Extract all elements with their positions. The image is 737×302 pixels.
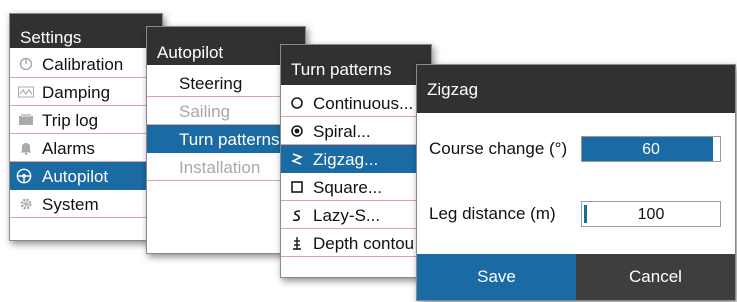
autopilot-title: Autopilot [157, 43, 224, 62]
spiral-icon [289, 123, 305, 139]
settings-item-damping[interactable]: Damping [10, 78, 162, 106]
autopilot-icon [16, 168, 32, 184]
settings-item-trip-log[interactable]: Trip log [10, 106, 162, 134]
turn-pattern-depth-contour[interactable]: Depth contou [281, 229, 431, 257]
trip-log-icon [18, 112, 34, 128]
turn-pattern-label: Zigzag... [313, 150, 379, 169]
turn-pattern-label: Square... [313, 178, 382, 197]
course-change-label: Course change (°) [429, 139, 568, 158]
settings-item-autopilot[interactable]: Autopilot [10, 162, 162, 190]
zigzag-header: Zigzag [417, 65, 735, 113]
zigzag-icon [289, 151, 305, 167]
turn-patterns-title: Turn patterns [291, 60, 392, 79]
damping-icon [18, 84, 34, 100]
course-change-field[interactable]: 60 [581, 136, 721, 162]
leg-distance-value: 100 [637, 206, 665, 223]
cancel-button[interactable]: Cancel [576, 254, 735, 300]
settings-item-label: Trip log [42, 111, 99, 130]
turn-pattern-lazy-s[interactable]: Lazy-S... [281, 201, 431, 229]
settings-item-alarms[interactable]: Alarms [10, 134, 162, 162]
zigzag-dialog: Zigzag Course change (°) 60 Leg distance… [416, 64, 736, 301]
system-gear-icon [18, 196, 34, 212]
turn-patterns-header: Turn patterns [281, 45, 431, 85]
settings-title: Settings [20, 28, 82, 47]
autopilot-item-label: Turn patterns [179, 130, 280, 149]
settings-header: Settings [10, 14, 162, 48]
lazy-s-icon [289, 207, 305, 223]
autopilot-item-label: Installation [179, 158, 261, 177]
save-button-label: Save [477, 267, 516, 286]
autopilot-item-label: Sailing [179, 102, 231, 121]
settings-item-label: Alarms [42, 139, 95, 158]
alarm-bell-icon [18, 140, 34, 156]
calibration-icon [18, 56, 34, 72]
autopilot-item-label: Steering [179, 74, 243, 93]
zigzag-title: Zigzag [427, 80, 479, 99]
turn-patterns-panel: Turn patterns Continuous... Spiral... Zi… [280, 44, 432, 278]
settings-item-label: Calibration [42, 55, 124, 74]
save-button[interactable]: Save [417, 254, 576, 300]
continuous-circle-icon [289, 95, 305, 111]
turn-pattern-label: Spiral... [313, 122, 371, 141]
square-icon [289, 179, 305, 195]
turn-pattern-label: Continuous... [313, 94, 414, 113]
settings-item-label: Autopilot [42, 167, 109, 186]
turn-pattern-spiral[interactable]: Spiral... [281, 117, 431, 145]
settings-item-calibration[interactable]: Calibration [10, 50, 162, 78]
settings-panel: Settings Calibration Damping Trip log Al… [9, 13, 163, 241]
leg-distance-field[interactable]: 100 [581, 201, 721, 227]
turn-pattern-square[interactable]: Square... [281, 173, 431, 201]
turn-pattern-continuous[interactable]: Continuous... [281, 89, 431, 117]
leg-distance-label: Leg distance (m) [429, 204, 556, 223]
settings-item-label: Damping [42, 83, 111, 102]
depth-contour-icon [289, 235, 305, 251]
settings-item-system[interactable]: System [10, 190, 162, 218]
settings-item-label: System [42, 195, 99, 214]
turn-pattern-label: Lazy-S... [313, 206, 381, 225]
course-change-value: 60 [642, 141, 660, 158]
turn-pattern-label: Depth contou [313, 234, 415, 253]
cancel-button-label: Cancel [629, 267, 682, 286]
turn-pattern-zigzag[interactable]: Zigzag... [281, 145, 431, 173]
